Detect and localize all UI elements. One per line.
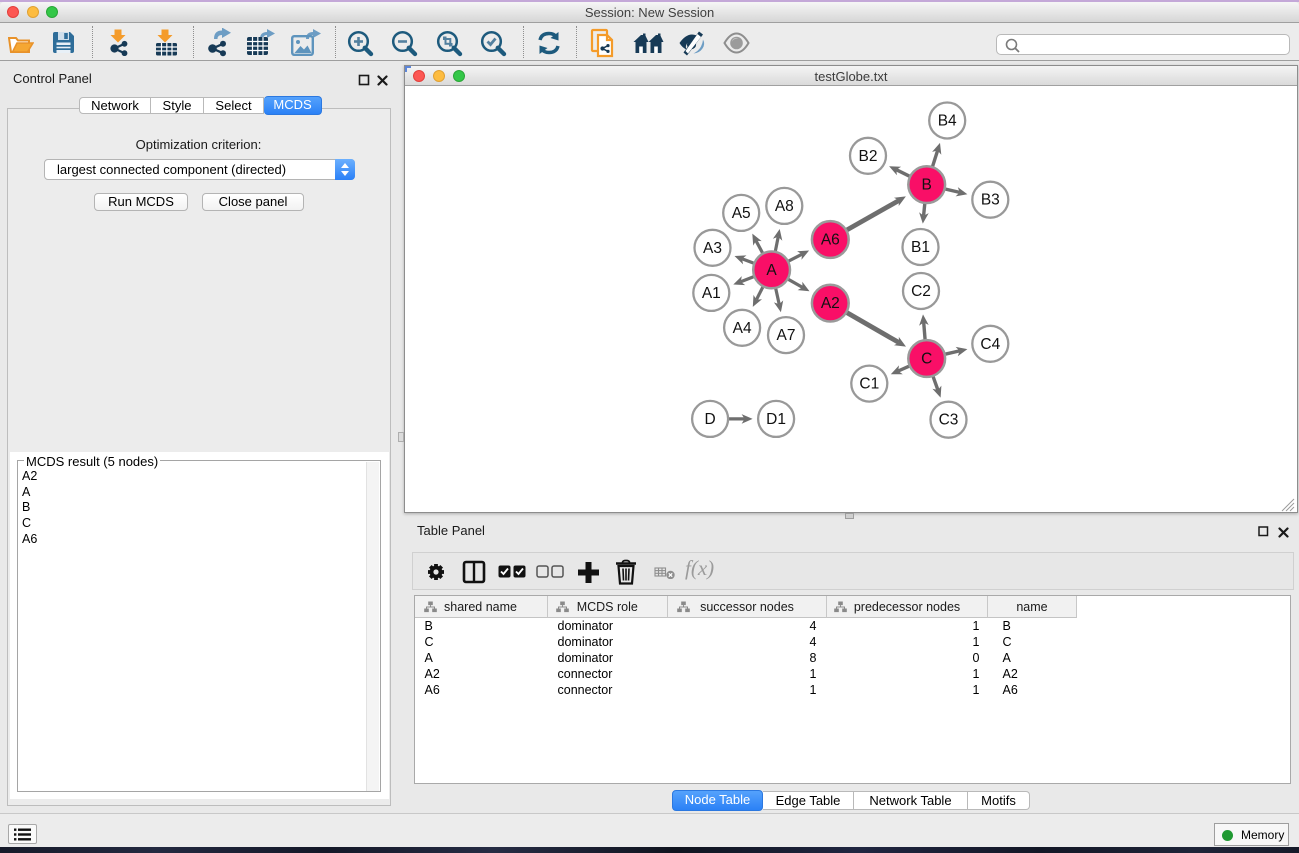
svg-text:B4: B4 <box>938 113 957 130</box>
svg-text:A2: A2 <box>821 295 840 312</box>
svg-text:D: D <box>704 411 715 428</box>
svg-text:A5: A5 <box>732 205 751 222</box>
svg-text:C1: C1 <box>859 376 879 393</box>
svg-text:B3: B3 <box>981 192 1000 209</box>
svg-text:C3: C3 <box>939 412 959 429</box>
svg-text:A6: A6 <box>821 232 840 249</box>
svg-text:C: C <box>921 351 932 368</box>
svg-text:A3: A3 <box>703 240 722 257</box>
svg-text:A7: A7 <box>777 327 796 344</box>
svg-text:C2: C2 <box>911 283 931 300</box>
svg-text:A8: A8 <box>775 198 794 215</box>
svg-text:B1: B1 <box>911 239 930 256</box>
svg-text:C4: C4 <box>980 336 1000 353</box>
svg-text:A1: A1 <box>702 285 721 302</box>
svg-text:A4: A4 <box>733 320 752 337</box>
svg-text:A: A <box>766 262 777 279</box>
svg-text:B: B <box>922 177 932 194</box>
svg-text:D1: D1 <box>766 411 786 428</box>
svg-text:B2: B2 <box>859 148 878 165</box>
